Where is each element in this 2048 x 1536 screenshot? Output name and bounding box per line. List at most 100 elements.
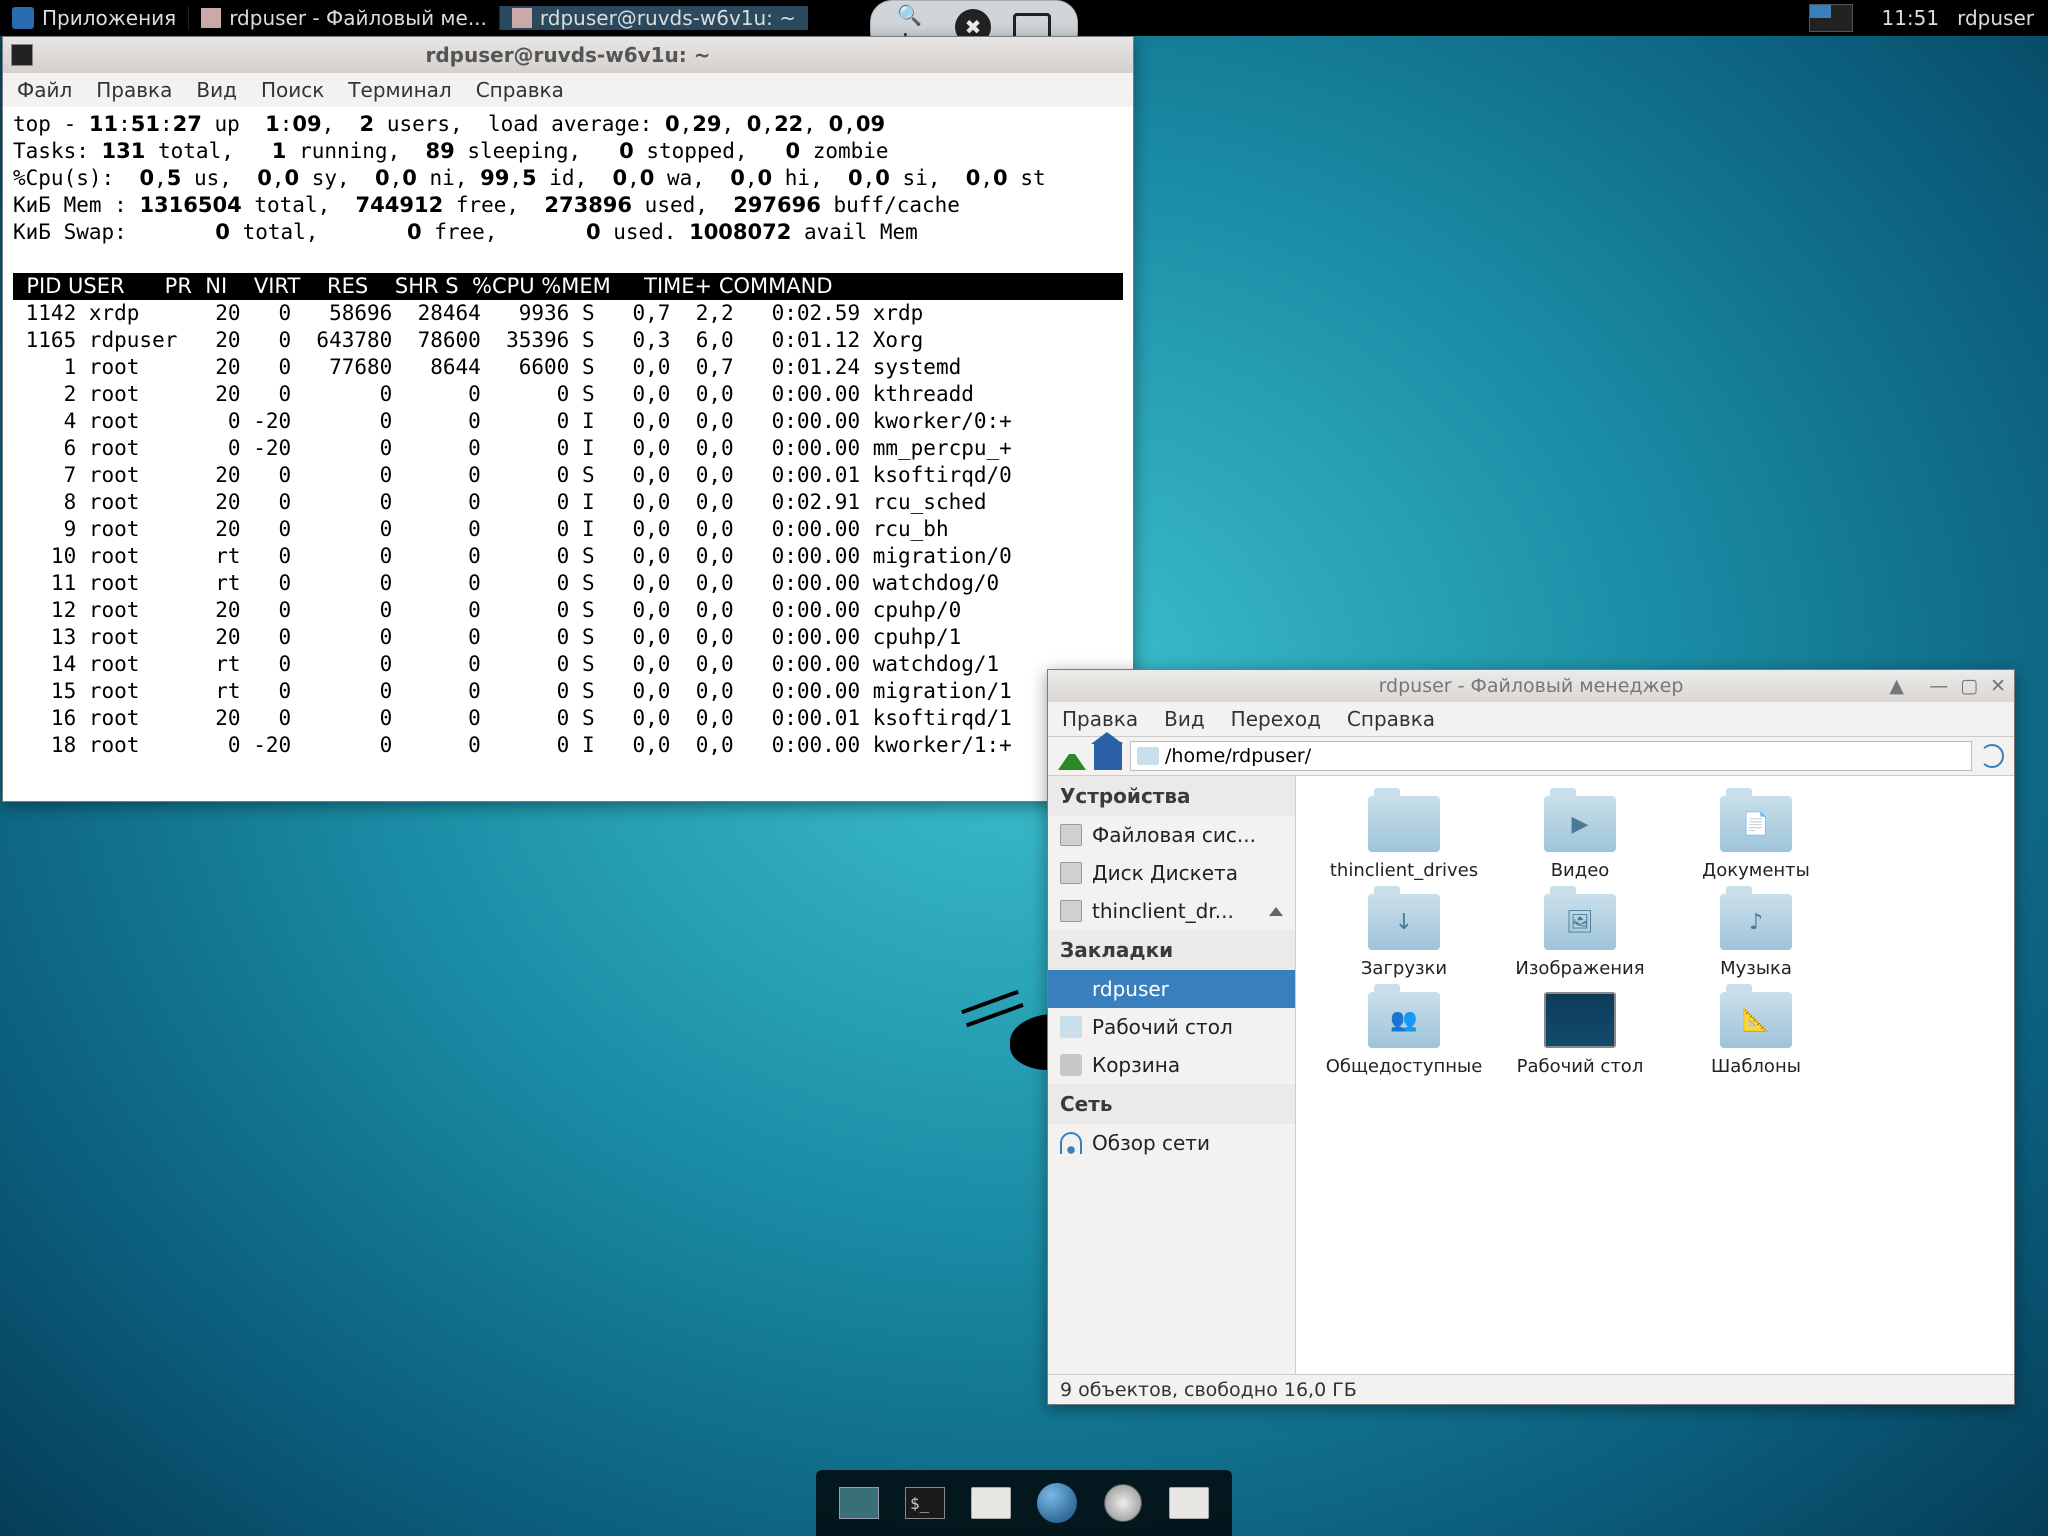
filemanager-iconview[interactable]: thinclient_drives ▶ Видео 📄 Документы ↓Загруз… (1296, 776, 2014, 1374)
sidebar-item-label: Файловая сис... (1092, 823, 1256, 847)
sidebar-header: Устройства (1048, 776, 1295, 816)
folder-icon (1368, 796, 1440, 852)
window-icon (201, 8, 221, 28)
folder-label: thinclient_drives (1316, 860, 1492, 882)
dock-browser[interactable] (1030, 1476, 1084, 1530)
path-input[interactable] (1130, 741, 1972, 771)
folder-label: Общедоступные (1316, 1056, 1492, 1078)
sidebar-header: Сеть (1048, 1084, 1295, 1124)
sidebar-item-label: Рабочий стол (1092, 1015, 1233, 1039)
terminal-output[interactable]: top - 11:51:27 up 1:09, 2 users, load av… (3, 107, 1133, 801)
menu-item[interactable]: Правка (96, 78, 172, 102)
sidebar-item[interactable]: Файловая сис... (1048, 816, 1295, 854)
sidebar-item[interactable]: Корзина (1048, 1046, 1295, 1084)
sidebar-header: Закладки (1048, 930, 1295, 970)
minimize-button[interactable]: — (1929, 675, 1948, 697)
home-icon[interactable] (1094, 742, 1122, 770)
folder-item[interactable]: ♪ Музыка (1668, 894, 1844, 980)
terminal-title: rdpuser@ruvds-w6v1u: ~ (425, 43, 710, 67)
workspace-switcher[interactable] (1809, 4, 1853, 32)
eject-icon[interactable] (1269, 907, 1283, 916)
applications-menu[interactable]: Приложения (0, 0, 188, 36)
folder-icon: 🖼 (1544, 894, 1616, 950)
terminal-titlebar[interactable]: rdpuser@ruvds-w6v1u: ~ (3, 37, 1133, 73)
bottom-dock: $_ (816, 1470, 1232, 1536)
menu-item[interactable]: Файл (17, 78, 72, 102)
terminal-icon (11, 44, 33, 66)
xfce-icon (12, 7, 34, 29)
folder-item[interactable]: ↓Загрузки (1316, 894, 1492, 980)
folder-icon: 📄 (1720, 796, 1792, 852)
filemanager-window: rdpuser - Файловый менеджер ▲ — ▢ ✕ Прав… (1047, 669, 2015, 1405)
dock-filemanager[interactable] (964, 1476, 1018, 1530)
menu-item[interactable]: Вид (196, 78, 237, 102)
sidebar-item-label: Обзор сети (1092, 1131, 1210, 1155)
folder-icon: ↓ (1368, 894, 1440, 950)
trash-icon (1060, 1054, 1082, 1076)
menu-item[interactable]: Справка (476, 78, 564, 102)
folder-icon: ▶ (1544, 796, 1616, 852)
sidebar-item[interactable]: Диск Дискета (1048, 854, 1295, 892)
menu-item[interactable]: Вид (1164, 707, 1205, 731)
filemanager-toolbar (1048, 736, 2014, 776)
filemanager-menubar: Правка Вид Переход Справка (1048, 702, 2014, 736)
dock-search[interactable] (1096, 1476, 1150, 1530)
keep-above-icon[interactable]: ▲ (1889, 675, 1904, 697)
panel-user[interactable]: rdpuser (1957, 6, 2034, 30)
reload-icon[interactable] (1980, 744, 2004, 768)
applications-label: Приложения (42, 6, 176, 30)
menu-item[interactable]: Терминал (348, 78, 451, 102)
drive-icon (1060, 824, 1082, 846)
drive-icon (1060, 900, 1082, 922)
terminal-menubar: Файл Правка Вид Поиск Терминал Справка (3, 73, 1133, 107)
sidebar-item[interactable]: Обзор сети (1048, 1124, 1295, 1162)
menu-item[interactable]: Поиск (261, 78, 324, 102)
dock-terminal[interactable]: $_ (898, 1476, 952, 1530)
close-button[interactable]: ✕ (1990, 675, 2006, 697)
sidebar-item[interactable]: thinclient_dr... (1048, 892, 1295, 930)
folder-item[interactable]: thinclient_drives (1316, 796, 1492, 882)
folder-icon: ♪ (1720, 894, 1792, 950)
taskbar-item[interactable]: rdpuser@ruvds-w6v1u: ~ (499, 6, 808, 30)
folder-label: Шаблоны (1668, 1056, 1844, 1078)
status-text: 9 объектов, свободно 16,0 ГБ (1060, 1379, 1357, 1401)
menu-item[interactable]: Справка (1347, 707, 1435, 731)
taskbar-item[interactable]: rdpuser - Файловый ме... (188, 6, 499, 30)
folder-label: Документы (1668, 860, 1844, 882)
folder-icon (1137, 747, 1159, 765)
task-label: rdpuser - Файловый ме... (229, 6, 487, 30)
desktop-icon (1544, 992, 1616, 1048)
dock-show-desktop[interactable] (832, 1476, 886, 1530)
folder-label: Музыка (1668, 958, 1844, 980)
sidebar-item[interactable]: Рабочий стол (1048, 1008, 1295, 1046)
filemanager-statusbar: 9 объектов, свободно 16,0 ГБ (1048, 1374, 2014, 1404)
home-icon (1060, 978, 1082, 1000)
drive-icon (1060, 862, 1082, 884)
folder-item[interactable]: 👥Общедоступные (1316, 992, 1492, 1078)
terminal-window: rdpuser@ruvds-w6v1u: ~ Файл Правка Вид Поис… (2, 36, 1134, 802)
dock-folder[interactable] (1162, 1476, 1216, 1530)
sidebar-item-label: Диск Дискета (1092, 861, 1238, 885)
filemanager-title: rdpuser - Файловый менеджер (1379, 675, 1684, 697)
folder-item[interactable]: 🖼 Изображения (1492, 894, 1668, 980)
menu-item[interactable]: Переход (1231, 707, 1321, 731)
sidebar-item-label: Корзина (1092, 1053, 1180, 1077)
path-text[interactable] (1165, 745, 1965, 767)
folder-label: Видео (1492, 860, 1668, 882)
folder-item[interactable]: 📄 Документы (1668, 796, 1844, 882)
folder-item[interactable]: Рабочий стол (1492, 992, 1668, 1078)
maximize-button[interactable]: ▢ (1960, 675, 1978, 697)
up-icon[interactable] (1058, 742, 1086, 770)
sidebar-item-label: rdpuser (1092, 977, 1169, 1001)
filemanager-sidebar: Устройства Файловая сис... Диск Дискета thi… (1048, 776, 1296, 1374)
folder-label: Изображения (1492, 958, 1668, 980)
folder-item[interactable]: ▶ Видео (1492, 796, 1668, 882)
filemanager-titlebar[interactable]: rdpuser - Файловый менеджер ▲ — ▢ ✕ (1048, 670, 2014, 702)
sidebar-item[interactable]: rdpuser (1048, 970, 1295, 1008)
menu-item[interactable]: Правка (1062, 707, 1138, 731)
folder-item[interactable]: 📐Шаблоны (1668, 992, 1844, 1078)
task-label: rdpuser@ruvds-w6v1u: ~ (540, 6, 796, 30)
window-icon (512, 8, 532, 28)
wifi-icon (1060, 1132, 1082, 1154)
panel-clock[interactable]: 11:51 (1881, 6, 1939, 30)
